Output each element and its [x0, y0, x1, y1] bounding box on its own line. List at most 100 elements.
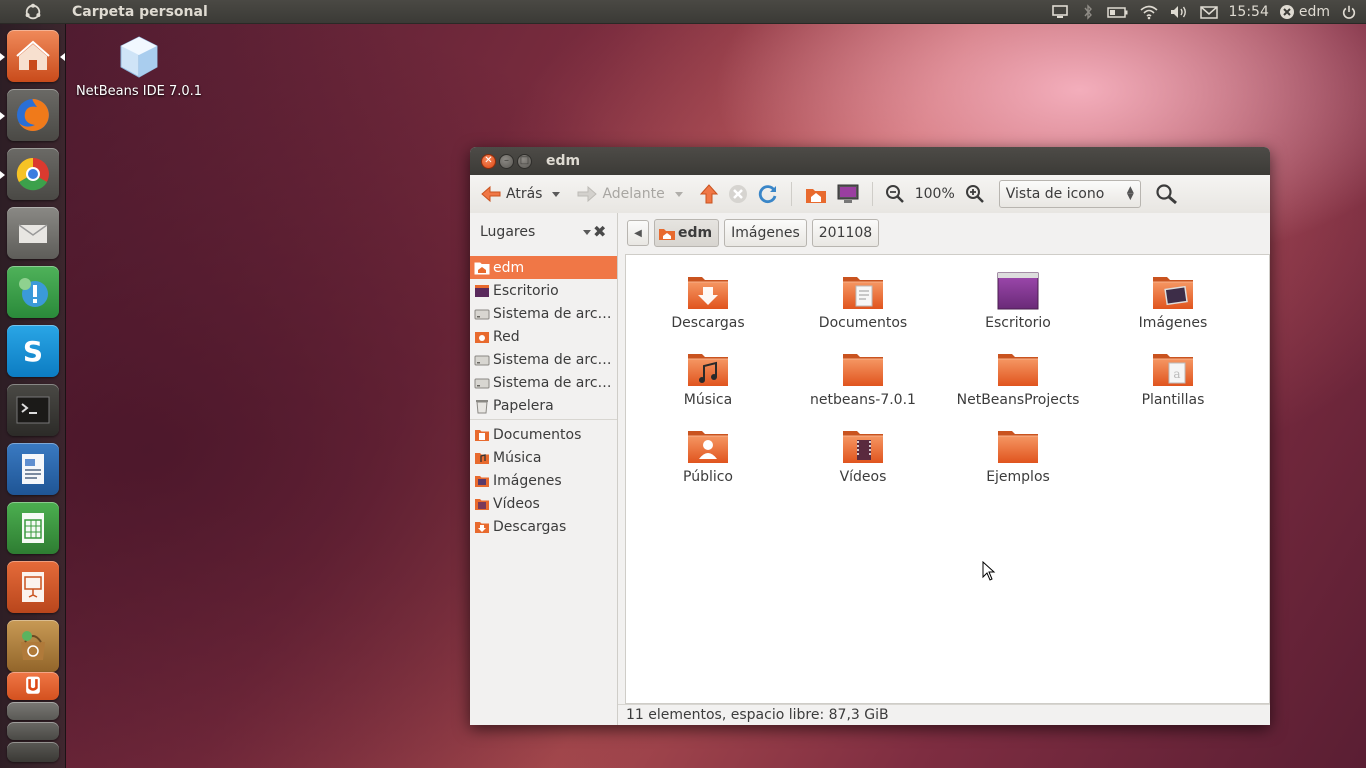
wifi-icon[interactable]	[1139, 4, 1159, 20]
launcher-calc-icon[interactable]	[7, 502, 59, 554]
view-mode-value: Vista de icono	[1005, 186, 1105, 202]
launcher-home-folder-icon[interactable]	[7, 30, 59, 82]
videos-folder-icon	[474, 496, 490, 512]
launcher-software-center-icon[interactable]	[7, 620, 59, 672]
path-button-imagenes[interactable]: Imágenes	[724, 219, 807, 247]
sidebar-item-escritorio[interactable]: Escritorio	[470, 279, 617, 302]
stop-icon	[728, 185, 747, 203]
sidebar-item-red[interactable]: Red	[470, 325, 617, 348]
documents-folder-icon	[474, 427, 490, 443]
forward-arrow-icon	[577, 185, 598, 203]
sidebar-item-sistema-de-arc[interactable]: Sistema de arc…	[470, 371, 617, 394]
launcher-chrome-icon[interactable]	[7, 148, 59, 200]
file-view[interactable]: Descargas Documentos Escritorio Imágenes Mús…	[625, 254, 1270, 704]
desktop-folder-icon	[997, 272, 1039, 310]
reload-button[interactable]	[753, 179, 783, 209]
file-item[interactable]: netbeans-7.0.1	[788, 346, 938, 408]
sidebar-item-sistema-de-arc[interactable]: Sistema de arc…	[470, 302, 617, 325]
zoom-in-button[interactable]	[961, 180, 989, 208]
focused-indicator	[60, 53, 65, 61]
running-indicator	[0, 171, 5, 179]
zoom-level[interactable]: 100%	[915, 186, 955, 202]
sidebar-item-descargas[interactable]: Descargas	[470, 515, 617, 538]
stop-button[interactable]	[723, 179, 753, 209]
launcher-trash-icon[interactable]	[7, 722, 59, 740]
zoom-in-icon	[965, 185, 984, 203]
path-scroll-left-button[interactable]: ◀	[627, 220, 649, 246]
sidebar-item-música[interactable]: Música	[470, 446, 617, 469]
close-sidebar-icon[interactable]: ✖	[593, 222, 606, 241]
display-icon[interactable]	[1051, 4, 1069, 20]
computer-icon	[837, 184, 859, 203]
sidebar-item-edm[interactable]: edm	[470, 256, 617, 279]
bluetooth-icon[interactable]	[1079, 3, 1097, 20]
zoom-out-icon	[885, 185, 904, 203]
launcher-skype-icon[interactable]: S	[7, 325, 59, 377]
launcher-writer-icon[interactable]	[7, 443, 59, 495]
file-item[interactable]: Ejemplos	[943, 423, 1093, 485]
file-item-label: Plantillas	[1141, 392, 1205, 408]
svg-text:S: S	[23, 335, 43, 368]
file-item[interactable]: Imágenes	[1098, 269, 1248, 331]
sidebar-item-vídeos[interactable]: Vídeos	[470, 492, 617, 515]
forward-button[interactable]: Adelante	[572, 181, 668, 207]
running-indicator	[0, 112, 5, 120]
forward-history-dropdown[interactable]	[674, 191, 683, 197]
file-item[interactable]: Documentos	[788, 269, 938, 331]
computer-button[interactable]	[832, 179, 864, 209]
file-item[interactable]: Vídeos	[788, 423, 938, 485]
pictures-folder-icon	[474, 473, 490, 489]
battery-icon[interactable]	[1106, 4, 1129, 20]
file-item[interactable]: Música	[633, 346, 783, 408]
sidebar-mode-dropdown[interactable]	[583, 229, 591, 235]
window-titlebar[interactable]: ✕ – □ edm	[470, 147, 1270, 175]
path-button-edm[interactable]: edm	[654, 219, 720, 247]
file-item[interactable]: Público	[633, 423, 783, 485]
status-bar: 11 elementos, espacio libre: 87,3 GiB	[618, 704, 1270, 725]
launcher-mail-icon[interactable]	[7, 207, 59, 259]
sidebar-item-sistema-de-arc[interactable]: Sistema de arc…	[470, 348, 617, 371]
path-button-201108[interactable]: 201108	[811, 219, 880, 247]
maximize-button[interactable]: □	[517, 153, 532, 169]
volume-icon[interactable]	[1169, 4, 1189, 20]
running-indicator	[0, 53, 5, 61]
power-icon[interactable]	[1340, 4, 1358, 20]
back-history-dropdown[interactable]	[552, 191, 561, 197]
launcher-firefox-icon[interactable]	[7, 89, 59, 141]
back-button[interactable]: Atrás	[476, 181, 546, 207]
up-button[interactable]	[695, 179, 723, 209]
launcher-workspaces-icon[interactable]	[7, 702, 59, 720]
home-button[interactable]	[800, 179, 832, 209]
sidebar-item-papelera[interactable]: Papelera	[470, 394, 617, 417]
view-mode-select[interactable]: Vista de icono ▲ ▼	[998, 180, 1141, 208]
clock[interactable]: 15:54	[1229, 4, 1269, 20]
file-item[interactable]: Descargas	[633, 269, 783, 331]
launcher-chat-icon[interactable]	[7, 266, 59, 318]
close-button[interactable]: ✕	[481, 153, 496, 169]
minimize-button[interactable]: –	[499, 153, 514, 169]
launcher-ubuntu-one-icon[interactable]	[7, 672, 59, 700]
music-folder-icon	[474, 450, 490, 466]
sidebar-item-label: Sistema de arc…	[493, 351, 612, 368]
user-menu[interactable]: edm	[1279, 4, 1330, 20]
window-title: edm	[546, 153, 581, 169]
ubuntu-logo-icon[interactable]	[0, 0, 66, 24]
zoom-out-button[interactable]	[881, 180, 909, 208]
file-item[interactable]: a Plantillas	[1098, 346, 1248, 408]
launcher-impress-icon[interactable]	[7, 561, 59, 613]
file-item-label: Vídeos	[839, 469, 887, 485]
sidebar-item-imágenes[interactable]: Imágenes	[470, 469, 617, 492]
sidebar-item-documentos[interactable]: Documentos	[470, 423, 617, 446]
sidebar: Lugares ✖ edm Escritorio Sistema de arc… Re…	[470, 213, 618, 725]
file-item[interactable]: Escritorio	[943, 269, 1093, 331]
file-item[interactable]: NetBeansProjects	[943, 346, 1093, 408]
downloads-folder-icon	[688, 277, 728, 309]
desktop-icon-netbeans[interactable]: NetBeans IDE 7.0.1	[70, 34, 208, 99]
sidebar-header[interactable]: Lugares ✖	[470, 213, 617, 250]
mail-icon[interactable]	[1199, 4, 1219, 20]
launcher-more-icon[interactable]	[7, 742, 59, 762]
file-item-label: NetBeansProjects	[956, 392, 1080, 408]
search-button[interactable]	[1151, 179, 1183, 209]
launcher-terminal-icon[interactable]	[7, 384, 59, 436]
documents-folder-icon	[843, 277, 883, 309]
